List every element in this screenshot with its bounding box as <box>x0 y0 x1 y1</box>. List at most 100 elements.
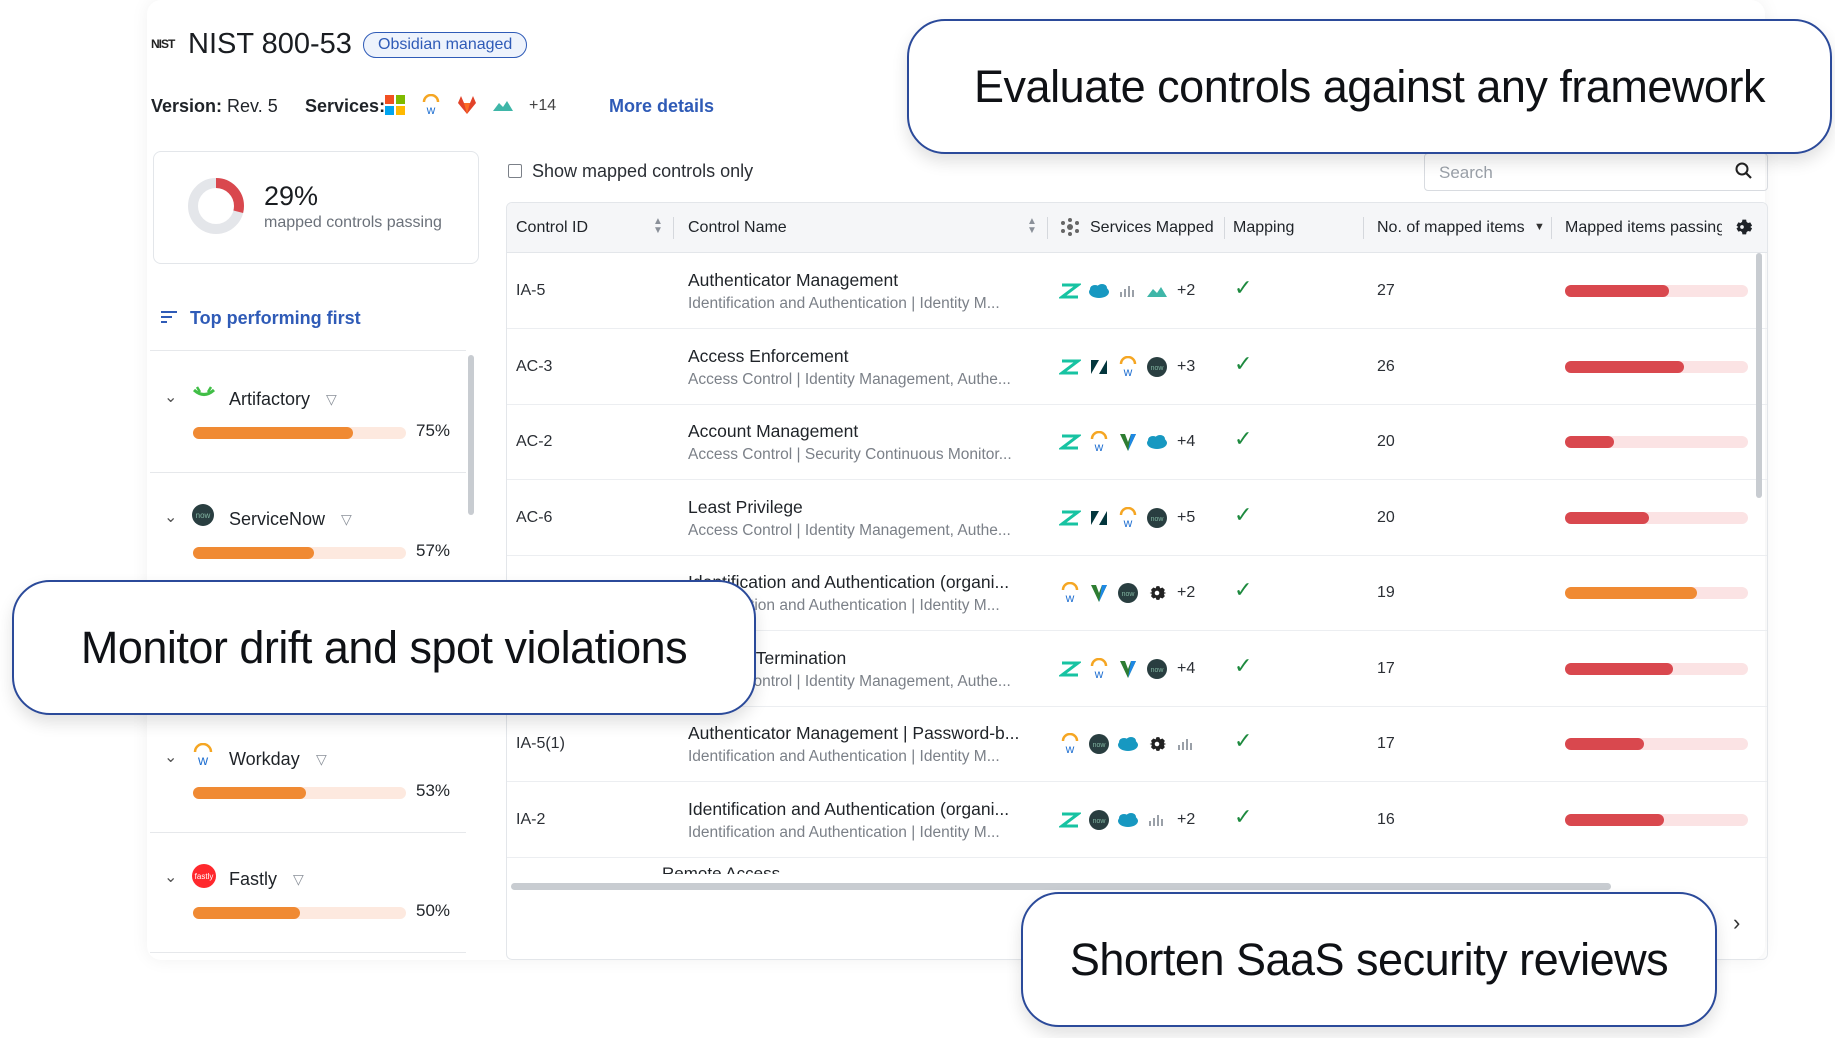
search-input[interactable] <box>1437 162 1721 184</box>
svg-text:w: w <box>1065 591 1075 604</box>
col-mapping[interactable]: Mapping <box>1233 219 1294 237</box>
passing-progress-track <box>1565 813 1748 826</box>
passing-progress-track <box>1565 511 1748 524</box>
left-scrollbar[interactable] <box>468 355 474 515</box>
table-horizontal-scrollbar[interactable] <box>511 883 1611 890</box>
vercel-icon <box>1116 657 1140 681</box>
vercel-icon <box>1116 430 1140 454</box>
servicenow-icon: now <box>1145 657 1169 681</box>
okta-cloud-icon <box>1145 279 1169 303</box>
table-vertical-scrollbar[interactable] <box>1756 253 1762 498</box>
control-name[interactable]: Identification and Authentication (organ… <box>688 799 1033 820</box>
workday-icon: w <box>191 742 215 772</box>
services-mapped-icons: +2 <box>1058 279 1195 303</box>
meraki-icon <box>1145 808 1169 832</box>
next-page-chevron-icon[interactable]: › <box>1733 910 1740 936</box>
svg-text:w: w <box>1123 516 1133 529</box>
more-details-link[interactable]: More details <box>609 96 714 117</box>
more-services-count[interactable]: +5 <box>1177 509 1195 527</box>
show-mapped-checkbox[interactable] <box>508 164 522 178</box>
service-progress-track <box>193 427 406 439</box>
expand-chevron-down-icon[interactable]: ⌄ <box>164 387 177 407</box>
managed-badge: Obsidian managed <box>363 32 528 58</box>
service-progress-track <box>193 547 406 559</box>
mapped-items-count: 20 <box>1377 433 1395 450</box>
service-name[interactable]: Workday <box>229 749 300 770</box>
svg-text:now: now <box>1151 365 1165 372</box>
okta-cloud-icon <box>491 93 515 117</box>
control-name[interactable]: Least Privilege <box>688 497 1033 518</box>
svg-text:now: now <box>196 511 211 520</box>
service-percent: 75% <box>416 421 451 440</box>
control-name[interactable]: Authenticator Management | Password-b... <box>688 723 1033 744</box>
mapped-items-count: 27 <box>1377 282 1395 299</box>
divider <box>150 350 466 351</box>
mapping-check-icon: ✓ <box>1234 426 1253 451</box>
table-row[interactable]: AC-3 Access Enforcement Access Control |… <box>507 329 1767 405</box>
expand-chevron-down-icon[interactable]: ⌄ <box>164 507 177 527</box>
col-services-mapped[interactable]: Services Mapped <box>1090 219 1214 237</box>
more-services-count[interactable]: +4 <box>1177 433 1195 451</box>
sort-top-performing[interactable]: Top performing first <box>190 308 361 329</box>
service-name[interactable]: Artifactory <box>229 389 310 410</box>
service-name[interactable]: ServiceNow <box>229 509 325 530</box>
control-name[interactable]: Account Management <box>688 421 1033 442</box>
sort-desc-icon[interactable]: ▼ <box>1534 222 1545 233</box>
table-row[interactable]: IA-5(1) Authenticator Management | Passw… <box>507 706 1767 782</box>
salesforce-icon <box>1116 808 1140 832</box>
filter-funnel-icon[interactable]: ▽ <box>316 751 327 768</box>
callout-monitor-drift: Monitor drift and spot violations <box>12 580 756 715</box>
service-percent: 57% <box>416 541 451 560</box>
mapping-check-icon: ✓ <box>1234 803 1253 829</box>
search-icon[interactable] <box>1735 162 1753 185</box>
expand-chevron-down-icon[interactable]: ⌄ <box>164 747 177 767</box>
more-services-count[interactable]: +3 <box>1177 358 1195 376</box>
filter-funnel-icon[interactable]: ▽ <box>341 511 352 528</box>
more-services-count[interactable]: +2 <box>1177 282 1195 300</box>
more-services-count[interactable]: +2 <box>1177 811 1195 829</box>
svg-text:w: w <box>426 103 436 116</box>
servicenow-icon: now <box>1145 355 1169 379</box>
more-services-count[interactable]: +2 <box>1177 584 1195 602</box>
col-mapped-passing[interactable]: Mapped items passing <box>1565 219 1722 237</box>
control-category: Identification and Authentication | Iden… <box>688 748 1000 765</box>
framework-title: NIST 800-53 <box>188 28 352 60</box>
control-category: Access Control | Security Continuous Mon… <box>688 446 1012 463</box>
table-row[interactable]: IA-5 Authenticator Management Identifica… <box>507 253 1767 329</box>
col-control-id[interactable]: Control ID <box>516 219 588 237</box>
table-row[interactable]: IA-2 Identification and Authentication (… <box>507 782 1767 858</box>
col-mapped-items[interactable]: No. of mapped items <box>1377 219 1525 237</box>
passing-progress-track <box>1565 662 1748 675</box>
mapped-items-count: 16 <box>1377 810 1395 828</box>
services-mapped-icons: w now +4 <box>1058 657 1195 681</box>
workday-icon: w <box>1087 657 1111 681</box>
control-name[interactable]: Access Enforcement <box>688 346 1033 367</box>
expand-chevron-down-icon[interactable]: ⌄ <box>164 867 177 887</box>
zendesk-icon <box>1058 808 1082 832</box>
zendesk-icon <box>1058 430 1082 454</box>
column-divider <box>1224 217 1225 239</box>
filter-funnel-icon[interactable]: ▽ <box>326 391 337 408</box>
meraki-icon <box>1174 732 1198 756</box>
sort-arrows-icon[interactable]: ▲ ▼ <box>653 217 663 236</box>
sort-arrows-icon[interactable]: ▲ ▼ <box>1027 217 1037 236</box>
table-row[interactable]: AC-2 Account Management Access Control |… <box>507 404 1767 480</box>
mapping-check-icon: ✓ <box>1234 728 1253 753</box>
filter-funnel-icon[interactable]: ▽ <box>293 871 304 888</box>
col-control-name[interactable]: Control Name <box>688 219 787 237</box>
more-services-count[interactable]: +4 <box>1177 660 1195 678</box>
settings-gear-icon[interactable] <box>1731 216 1753 243</box>
service-name[interactable]: Fastly <box>229 869 277 890</box>
svg-text:now: now <box>1122 591 1136 598</box>
control-name[interactable]: Authenticator Management <box>688 270 1033 291</box>
services-network-icon <box>1060 217 1080 242</box>
mapped-items-count: 19 <box>1377 584 1395 601</box>
services-mapped-icons: w now +3 <box>1058 355 1195 379</box>
search-box[interactable] <box>1424 153 1768 191</box>
table-row[interactable]: AC-6 Least Privilege Access Control | Id… <box>507 480 1767 556</box>
mapping-check-icon: ✓ <box>1234 577 1253 602</box>
mapping-check-icon: ✓ <box>1234 652 1253 678</box>
sort-icon[interactable] <box>161 309 179 330</box>
gitlab-icon <box>455 93 479 117</box>
mapping-check-icon: ✓ <box>1234 350 1253 376</box>
